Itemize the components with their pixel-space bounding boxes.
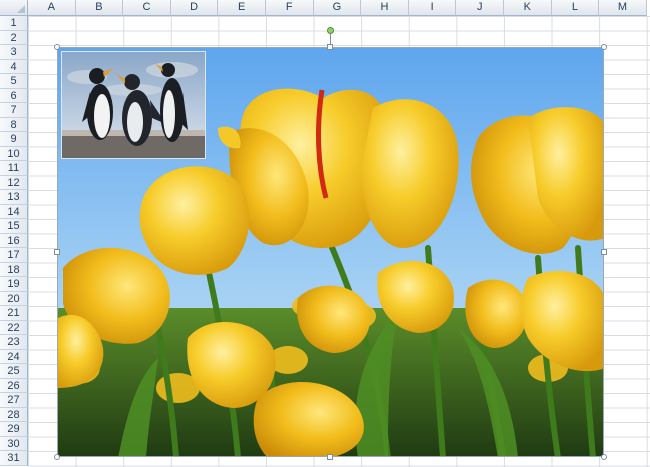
row-header-21[interactable]: 21 [0,306,28,321]
row-header-16[interactable]: 16 [0,233,28,248]
row-header-31[interactable]: 31 [0,451,28,466]
column-header-b[interactable]: B [75,0,124,16]
penguins-picture[interactable] [61,51,206,159]
row-header-14[interactable]: 14 [0,204,28,219]
column-header-f[interactable]: F [266,0,314,16]
row-header-5[interactable]: 5 [0,74,28,89]
resize-handle-top-right[interactable] [601,44,607,50]
select-all-button[interactable] [0,0,28,16]
row-header-25[interactable]: 25 [0,364,28,379]
row-header-15[interactable]: 15 [0,219,28,234]
column-header-g[interactable]: G [313,0,362,16]
column-header-e[interactable]: E [218,0,266,16]
row-header-20[interactable]: 20 [0,291,28,306]
row-header-2[interactable]: 2 [0,30,28,45]
row-header-11[interactable]: 11 [0,161,28,176]
row-header-3[interactable]: 3 [0,45,28,60]
row-header-27[interactable]: 27 [0,393,28,408]
resize-handle-top[interactable] [327,44,333,50]
row-header-4[interactable]: 4 [0,59,28,74]
rotation-handle[interactable] [327,27,334,34]
column-header-c[interactable]: C [123,0,171,16]
column-header-j[interactable]: J [456,0,504,16]
resize-handle-top-left[interactable] [54,44,60,50]
row-header-29[interactable]: 29 [0,422,28,437]
resize-handle-left[interactable] [54,249,60,255]
column-header-l[interactable]: L [551,0,600,16]
row-header-13[interactable]: 13 [0,190,28,205]
row-header-9[interactable]: 9 [0,132,28,147]
column-header-d[interactable]: D [170,0,219,16]
row-header-7[interactable]: 7 [0,103,28,118]
row-header-10[interactable]: 10 [0,146,28,161]
row-header-30[interactable]: 30 [0,436,28,451]
column-header-i[interactable]: I [408,0,457,16]
row-header-19[interactable]: 19 [0,277,28,292]
resize-handle-bottom-right[interactable] [601,454,607,460]
resize-handle-bottom[interactable] [327,454,333,460]
row-header-26[interactable]: 26 [0,378,28,393]
row-header-12[interactable]: 12 [0,175,28,190]
row-header-22[interactable]: 22 [0,320,28,335]
row-header-6[interactable]: 6 [0,88,28,103]
resize-handle-right[interactable] [601,249,607,255]
worksheet[interactable]: ABCDEFGHIJKLM 1 2 3 4 5 6 7 8 9 10 11 12 13 14 15 16 17 1… [0,0,650,467]
resize-handle-bottom-left[interactable] [54,454,60,460]
row-header-18[interactable]: 18 [0,262,28,277]
row-header-24[interactable]: 24 [0,349,28,364]
row-header-28[interactable]: 28 [0,407,28,422]
column-header-m[interactable]: M [599,0,647,16]
column-header-a[interactable]: A [28,0,76,16]
column-header-k[interactable]: K [504,0,552,16]
row-header-23[interactable]: 23 [0,335,28,350]
row-header-17[interactable]: 17 [0,248,28,263]
column-header-h[interactable]: H [361,0,409,16]
row-header-8[interactable]: 8 [0,117,28,132]
row-header-1[interactable]: 1 [0,16,28,31]
